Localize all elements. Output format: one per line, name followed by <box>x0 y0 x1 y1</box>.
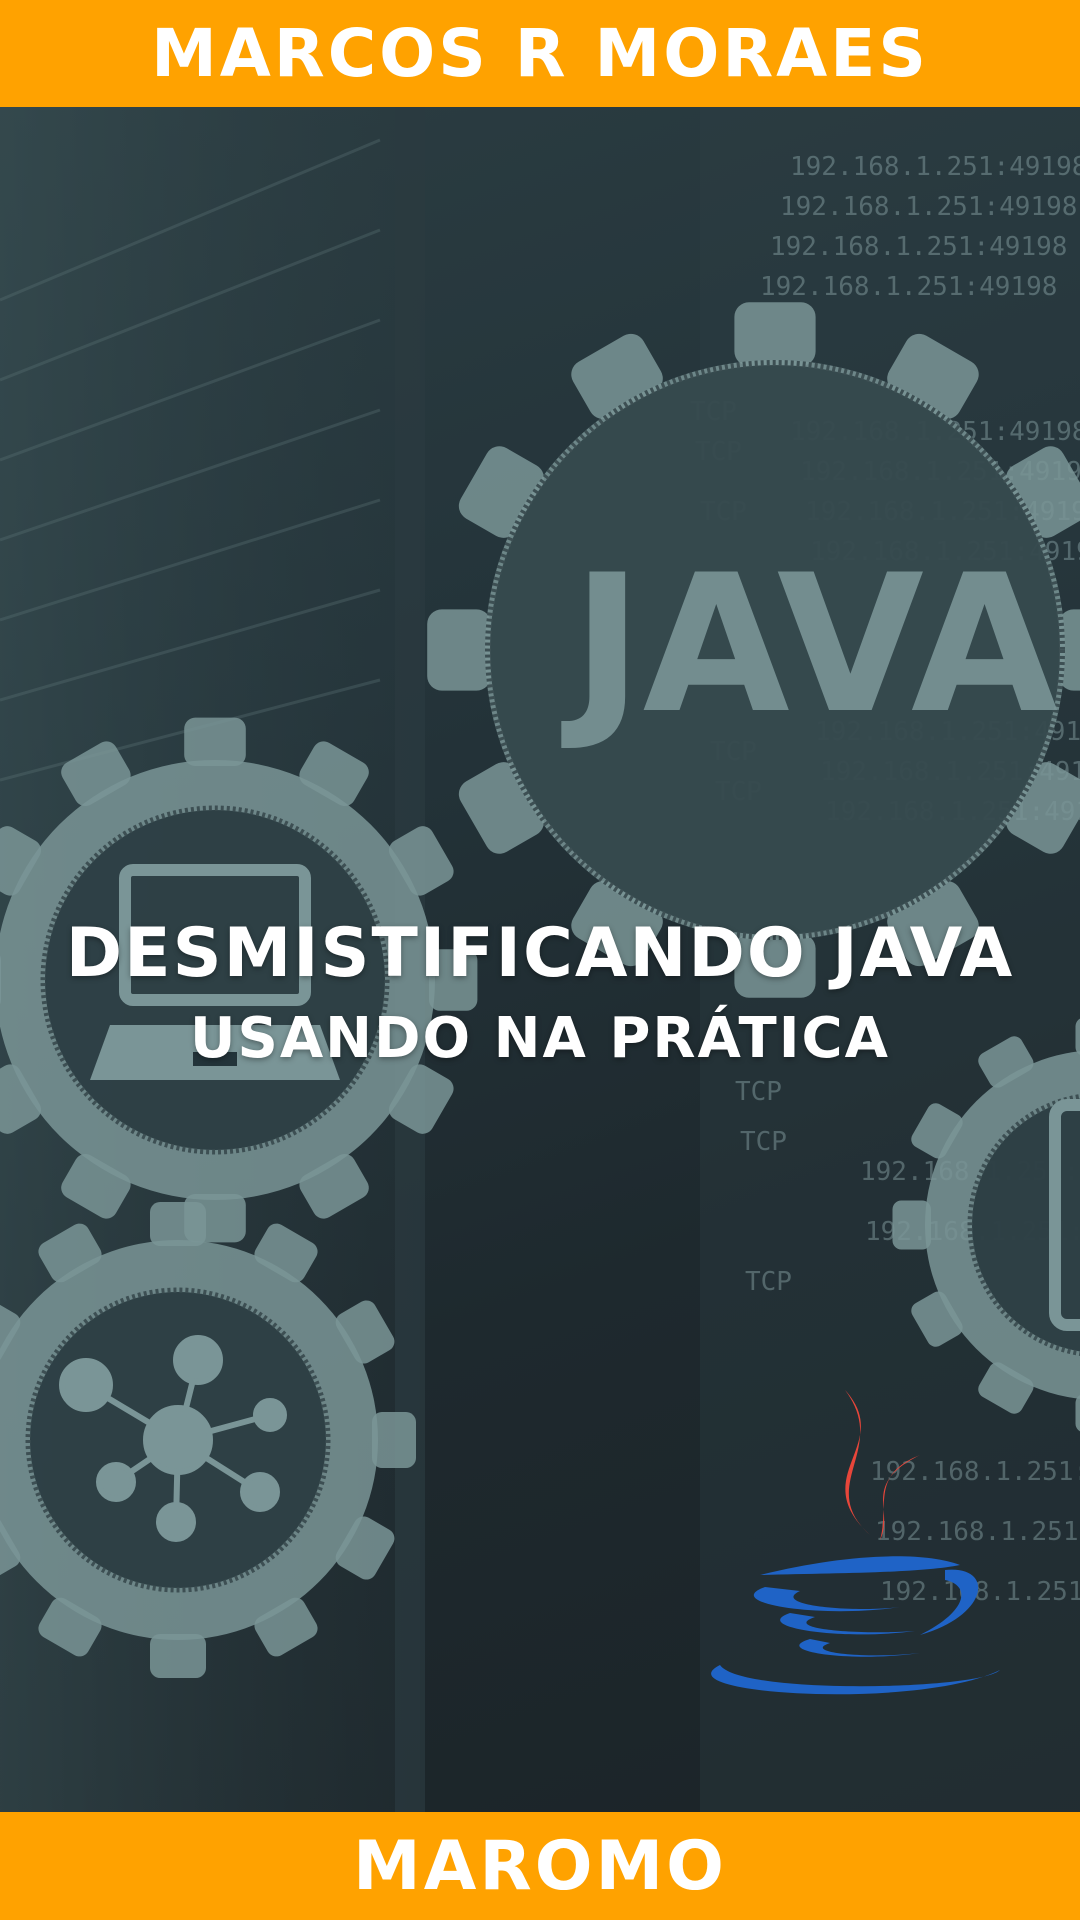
publisher-name: MAROMO <box>353 1826 727 1906</box>
ip-text: 192.168.1.251:49198 <box>760 272 1057 302</box>
gear-tooth <box>734 302 816 366</box>
title-block: DESMISTIFICANDO JAVA USANDO NA PRÁTICA <box>0 910 1080 1074</box>
ip-text: 192.168.1.251:49198 <box>780 192 1077 222</box>
gear-tooth <box>150 1202 206 1246</box>
gear-tooth <box>184 717 246 766</box>
ip-text: 192.168.1.251:49198 <box>875 1517 1080 1547</box>
gear-tooth <box>150 1634 206 1678</box>
protocol-text: TCP <box>735 1077 782 1107</box>
book-cover: 192.168.1.251:49198 192.168.1.251:49198 … <box>0 0 1080 1920</box>
java-gear-label: JAVA <box>561 534 1058 755</box>
author-banner: MARCOS R MORAES <box>0 0 1080 107</box>
ip-text: 192.168.1.251:49198 <box>790 152 1080 182</box>
gear-tooth <box>372 1412 416 1468</box>
publisher-banner: MAROMO <box>0 1812 1080 1920</box>
ip-text: 192.168.1.251:49198 <box>880 1577 1080 1607</box>
gear-tooth <box>1075 1395 1080 1432</box>
protocol-text: TCP <box>740 1127 787 1157</box>
author-name: MARCOS R MORAES <box>151 15 929 92</box>
ip-text: 192.168.1.251:49198 <box>870 1457 1080 1487</box>
book-subtitle: USANDO NA PRÁTICA <box>190 1006 890 1071</box>
protocol-text: TCP <box>745 1267 792 1297</box>
ip-text: 192.168.1.251:49198 <box>770 232 1067 262</box>
book-title: DESMISTIFICANDO JAVA <box>65 914 1015 993</box>
gear-tooth <box>427 609 492 691</box>
